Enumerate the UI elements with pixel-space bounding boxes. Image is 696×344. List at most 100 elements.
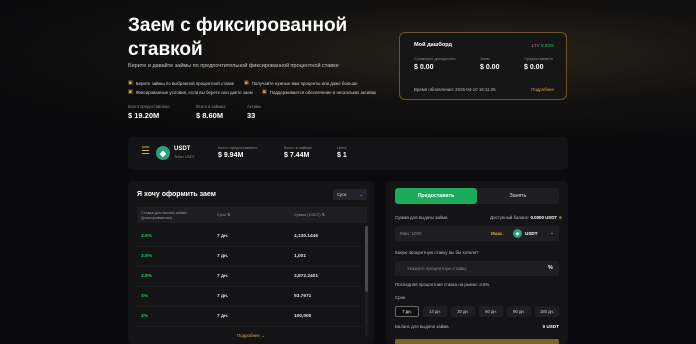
tab-borrow[interactable]: Занять — [477, 188, 559, 204]
table-scrollbar[interactable] — [365, 226, 368, 336]
column-header-amount-label: Сумма (USDT) — [294, 212, 321, 217]
dashboard-stat-value: $ 0.00 — [480, 64, 500, 71]
row-amount: 4,130.1446 — [294, 234, 319, 239]
coin-name: USDT — [174, 146, 191, 152]
rate-placeholder: Укажите процентную ставку — [407, 266, 467, 271]
add-funds-icon[interactable]: ⊕ — [558, 215, 562, 220]
term-filter-select[interactable]: Срок ⌄ — [333, 189, 367, 200]
row-rate: 3.6% — [141, 254, 152, 259]
amount-label: Сумма для выдачи займа — [395, 215, 448, 220]
table-row[interactable]: 3.6% 7 дн. 1,001 — [137, 247, 363, 267]
term-option-60[interactable]: 60 дн. — [479, 306, 503, 317]
dashboard-more-link[interactable]: Подробнее — [531, 87, 554, 92]
max-button[interactable]: Макс. — [491, 231, 504, 236]
term-option-90[interactable]: 90 дн. — [507, 306, 531, 317]
menu-icon[interactable]: ☰ — [141, 147, 150, 157]
update-time: Время обновления: 2025-04-10 16:11:25 — [414, 87, 496, 92]
row-rate: 4% — [141, 294, 148, 299]
show-more-link[interactable]: Подробнее ⌄ — [237, 333, 265, 339]
panel-title: Я хочу оформить заем — [137, 191, 216, 198]
dashboard-stat-label: Суммарно доходность — [414, 56, 456, 61]
stat-label: Всего предоставлено — [128, 104, 170, 109]
submit-button[interactable] — [395, 339, 559, 344]
feature-item: ▣ Берите займы по выбранной процентной с… — [128, 80, 234, 86]
row-amount: 93.7671 — [294, 294, 312, 299]
feature-text: Получайте нужные вам проценты или даже б… — [251, 80, 358, 86]
hero-section: Заем с фиксированной ставкой Берите и да… — [0, 0, 696, 135]
sort-icon: ⇅ — [226, 212, 231, 217]
dashboard-stat-value: $ 0.00 — [524, 64, 544, 71]
row-term: 7 дн. — [217, 234, 229, 239]
currency-select[interactable]: USDT — [525, 231, 538, 236]
coin-stat-label: Цена — [337, 145, 347, 150]
rate-input[interactable]: Укажите процентную ставку % — [395, 261, 559, 276]
feature-check-icon: ▣ — [262, 89, 267, 95]
row-rate: 3.8% — [141, 274, 152, 279]
feature-text: Поддерживается обеспечение в нескольких … — [269, 89, 377, 95]
coin-stat-label: Всего предоставлено — [218, 145, 258, 150]
feature-item: ▣ Фиксированные условия, если вы берете … — [128, 89, 253, 95]
row-term: 7 дн. — [217, 254, 229, 259]
table-header: Ставка для взятия займа (фиксированная) … — [137, 207, 367, 223]
column-header-term[interactable]: Срок ⇅ — [217, 212, 230, 217]
mode-tabs: Предоставить Занять — [395, 188, 559, 204]
column-header-rate[interactable]: Ставка для взятия займа (фиксированная) — [141, 210, 203, 220]
coin-stat-value: $ 9.94M — [218, 152, 244, 159]
coin-summary-bar: ☰ ◆ USDT Tether USDT Всего предоставлено… — [128, 137, 568, 170]
column-header-term-label: Срок — [217, 212, 226, 217]
feature-check-icon: ▣ — [244, 80, 249, 86]
feature-text: Берите займы по выбранной процентной ста… — [135, 80, 235, 86]
row-term: 7 дн. — [217, 294, 229, 299]
feature-item: ▣ Поддерживается обеспечение в нескольки… — [262, 89, 376, 95]
ltv-value: 0.00% — [540, 43, 554, 48]
coin-stat-label: Всего в займах — [284, 145, 313, 150]
page-title: Заем с фиксированной ставкой — [128, 15, 348, 60]
term-option-7[interactable]: 7 дн. — [395, 306, 419, 317]
rate-label: Какую процентную ставку вы бы хотели? — [395, 250, 479, 255]
lend-balance-label: Баланс для выдачи займа — [395, 324, 449, 329]
feature-item: ▣ Получайте нужные вам проценты или даже… — [244, 80, 358, 86]
table-row[interactable]: 4% 7 дн. 93.7671 — [137, 287, 363, 307]
page-subtitle: Берите и давайте займы по предпочтительн… — [128, 63, 339, 69]
table-row[interactable]: 4% 7 дн. 100,000 — [137, 307, 363, 327]
dashboard-stat-label: Заем — [480, 56, 490, 61]
stat-label: Всего в займах — [196, 104, 226, 109]
stat-value: $ 19.20M — [128, 111, 160, 120]
term-option-180[interactable]: 180 дн. — [535, 306, 559, 317]
dashboard-stat-value: $ 0.00 — [414, 64, 434, 71]
dashboard-stat-label: Предоставлено — [524, 56, 553, 61]
amount-input[interactable]: Мин. 1000 Макс. ◆ USDT ⌄ — [395, 226, 559, 241]
ltv-label: LTV — [531, 43, 540, 48]
lend-balance-value: 0 USDT — [542, 324, 559, 329]
tab-lend[interactable]: Предоставить — [395, 188, 477, 204]
available-balance: Доступный баланс: 0.0000 USDT ⊕ — [490, 215, 562, 221]
coin-stat-value: $ 1 — [337, 152, 347, 159]
dashboard-title: Мой дашборд — [414, 42, 453, 48]
row-term: 7 дн. — [217, 314, 229, 319]
feature-text: Фиксированные условия, если вы берете ил… — [135, 89, 253, 95]
column-header-amount[interactable]: Сумма (USDT) ⇅ — [294, 212, 325, 217]
term-label: Срок — [395, 295, 405, 300]
row-amount: 1,001 — [294, 254, 307, 259]
ltv-indicator: LTV 0.00% — [532, 43, 554, 48]
term-filter-label: Срок — [337, 192, 347, 197]
amount-placeholder: Мин. 1000 — [400, 231, 422, 236]
lend-form-panel: Предоставить Занять Сумма для выдачи зай… — [386, 181, 568, 344]
chevron-down-icon: ⌄ — [261, 333, 265, 338]
feature-check-icon: ▣ — [128, 80, 133, 86]
market-rate-note: Последняя процентная ставка на рынке: 3.… — [395, 282, 490, 287]
tether-icon: ◆ — [156, 146, 170, 160]
percent-unit: % — [548, 265, 553, 271]
stat-value: $ 8.60M — [196, 111, 224, 120]
borrow-orders-panel: Я хочу оформить заем Срок ⌄ Ставка для в… — [128, 181, 374, 344]
term-option-14[interactable]: 14 дн. — [423, 306, 447, 317]
term-option-30[interactable]: 30 дн. — [451, 306, 475, 317]
available-label: Доступный баланс: — [489, 215, 530, 220]
scrollbar-thumb[interactable] — [365, 226, 368, 292]
show-more-label: Подробнее — [237, 333, 260, 338]
stat-value: 33 — [247, 111, 256, 120]
coin-subtitle: Tether USDT — [174, 155, 195, 159]
table-row[interactable]: 3.6% 7 дн. 4,130.1446 — [137, 227, 363, 247]
table-row[interactable]: 3.8% 7 дн. 3,872.2401 — [137, 267, 363, 287]
chevron-down-icon[interactable]: ⌄ — [550, 230, 554, 236]
